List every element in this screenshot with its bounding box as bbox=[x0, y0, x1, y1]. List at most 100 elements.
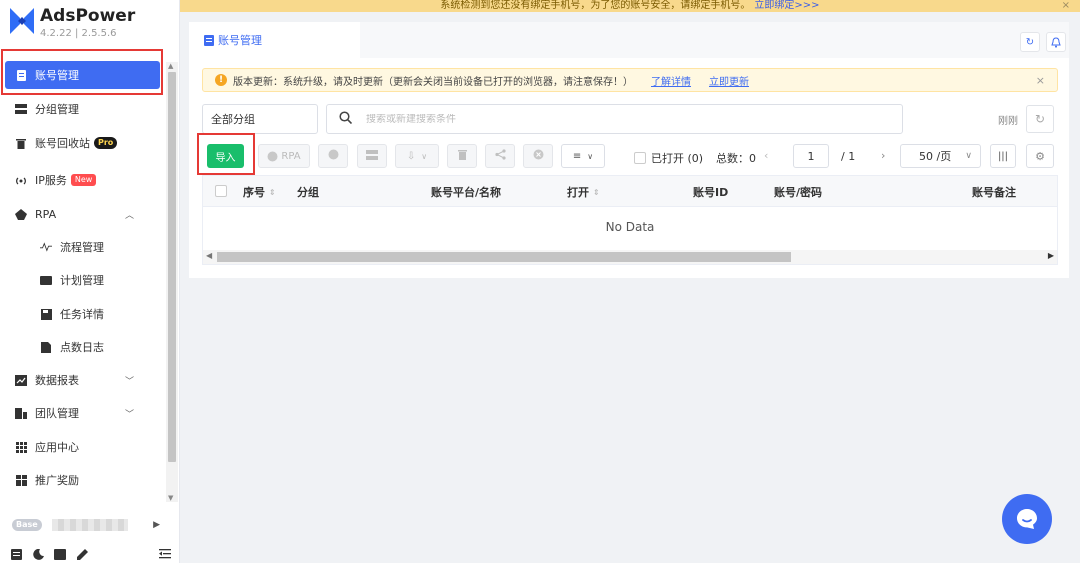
group-filter-value: 全部分组 bbox=[211, 113, 255, 126]
page-size-select[interactable]: 50 /页 ∨ bbox=[900, 144, 981, 168]
bind-phone-link[interactable]: 立即绑定>>> bbox=[754, 0, 819, 11]
sidebar-item-points-log[interactable]: 点数日志 bbox=[30, 333, 160, 361]
sidebar-item-flow-management[interactable]: 流程管理 bbox=[30, 233, 160, 261]
sidebar-item-label: 应用中心 bbox=[35, 441, 79, 454]
sidebar-item-label: 账号管理 bbox=[35, 69, 79, 82]
close-icon[interactable]: × bbox=[1036, 74, 1045, 87]
update-now-link[interactable]: 立即更新 bbox=[709, 73, 749, 88]
prev-page-icon[interactable]: ‹ bbox=[764, 149, 768, 162]
learn-more-link[interactable]: 了解详情 bbox=[651, 73, 691, 88]
column-header-account-password: 账号/密码 bbox=[774, 184, 822, 200]
column-header-platform-name: 账号平台/名称 bbox=[431, 184, 501, 200]
sidebar-scrollbar[interactable]: ▲ ▼ bbox=[166, 62, 178, 502]
caret-right-icon[interactable]: ▶ bbox=[153, 520, 160, 530]
sort-button[interactable]: ≡ ∨ bbox=[561, 144, 605, 168]
scroll-up-arrow-icon[interactable]: ▲ bbox=[168, 62, 173, 70]
scroll-left-arrow-icon[interactable]: ◀ bbox=[206, 251, 212, 260]
tab-actions: ↻ bbox=[1014, 32, 1066, 52]
blurred-username bbox=[51, 519, 128, 531]
tab-strip bbox=[360, 22, 1069, 58]
column-header-open[interactable]: 打开 ⇕ bbox=[567, 184, 600, 200]
select-all-checkbox[interactable] bbox=[215, 185, 227, 197]
sidebar-item-account-management[interactable]: 账号管理 bbox=[5, 61, 160, 89]
sidebar-item-recycle-bin[interactable]: 账号回收站 Pro bbox=[5, 129, 160, 157]
column-header-label: 序号 bbox=[243, 186, 265, 199]
sidebar-item-label: 计划管理 bbox=[60, 274, 104, 287]
share-button[interactable] bbox=[485, 144, 515, 168]
columns-icon: ||| bbox=[997, 150, 1009, 162]
opened-filter-label: 已打开 (0) bbox=[651, 152, 704, 165]
chat-icon bbox=[1017, 509, 1037, 529]
sidebar-scroll-thumb[interactable] bbox=[168, 72, 176, 462]
trash-icon bbox=[15, 137, 27, 149]
sidebar-item-label: 账号回收站 bbox=[35, 137, 90, 150]
open-browser-button[interactable] bbox=[318, 144, 348, 168]
sidebar-item-ip-service[interactable]: IP服务 New bbox=[5, 166, 160, 194]
page-number-input[interactable]: 1 bbox=[793, 144, 829, 168]
sidebar-item-data-reports[interactable]: 数据报表 ﹀ bbox=[5, 366, 160, 394]
gear-icon: ⚙ bbox=[1035, 149, 1045, 163]
chevron-down-icon[interactable]: ﹀ bbox=[125, 374, 134, 387]
import-button[interactable]: 导入 bbox=[207, 144, 244, 168]
next-page-icon[interactable]: › bbox=[881, 149, 885, 162]
document-icon bbox=[204, 34, 214, 46]
sidebar-item-task-details[interactable]: 任务详情 bbox=[30, 300, 160, 328]
pen-icon[interactable] bbox=[76, 548, 88, 560]
sidebar-item-referral-rewards[interactable]: 推广奖励 bbox=[5, 466, 160, 494]
table-horizontal-scrollbar[interactable]: ◀ ▶ bbox=[203, 250, 1057, 264]
column-header-label: 账号ID bbox=[693, 186, 729, 199]
search-field[interactable] bbox=[326, 104, 903, 134]
scroll-down-arrow-icon[interactable]: ▼ bbox=[168, 494, 173, 502]
notes-icon[interactable] bbox=[10, 548, 22, 560]
rpa-button-label: RPA bbox=[281, 150, 301, 162]
close-browser-button[interactable] bbox=[523, 144, 553, 168]
building-icon bbox=[15, 407, 27, 419]
language-icon[interactable] bbox=[54, 548, 66, 560]
refresh-icon: ↻ bbox=[1034, 112, 1046, 126]
sidebar-item-team-management[interactable]: 团队管理 ﹀ bbox=[5, 399, 160, 427]
group-filter-select[interactable]: 全部分组 bbox=[202, 104, 318, 134]
collapse-sidebar-icon[interactable] bbox=[159, 548, 171, 560]
pulse-icon bbox=[40, 241, 52, 253]
checkbox[interactable] bbox=[634, 152, 646, 164]
page-size-value: 50 /页 bbox=[919, 150, 952, 163]
account-plan-row[interactable]: Base ▶ bbox=[12, 517, 172, 533]
settings-button[interactable]: ⚙ bbox=[1026, 144, 1054, 168]
rpa-button[interactable]: RPA bbox=[258, 144, 310, 168]
moon-icon[interactable] bbox=[32, 548, 44, 560]
reload-icon[interactable]: ↻ bbox=[1020, 32, 1040, 52]
opened-filter-checkbox[interactable]: 已打开 (0) bbox=[634, 150, 703, 166]
column-header-index[interactable]: 序号 ⇕ bbox=[243, 184, 276, 200]
sidebar-item-label: 任务详情 bbox=[60, 308, 104, 321]
scroll-right-arrow-icon[interactable]: ▶ bbox=[1048, 251, 1054, 260]
export-button[interactable]: ⇩ ∨ bbox=[395, 144, 439, 168]
tab-account-management[interactable]: 账号管理 bbox=[190, 22, 360, 58]
search-input[interactable] bbox=[366, 113, 846, 125]
sort-icon[interactable]: ⇕ bbox=[593, 188, 600, 197]
sidebar-footer-icons bbox=[10, 547, 175, 561]
chevron-up-icon[interactable]: ︿ bbox=[125, 208, 134, 221]
chevron-down-icon[interactable]: ﹀ bbox=[125, 407, 134, 420]
move-group-button[interactable] bbox=[357, 144, 387, 168]
refresh-button[interactable]: ↻ bbox=[1026, 105, 1054, 133]
app-version: 4.2.22 | 2.5.5.6 bbox=[40, 28, 117, 39]
support-chat-button[interactable] bbox=[1002, 494, 1052, 544]
sort-icon[interactable]: ⇕ bbox=[269, 188, 276, 197]
sidebar-item-group-management[interactable]: 分组管理 bbox=[5, 95, 160, 123]
delete-button[interactable] bbox=[447, 144, 477, 168]
empty-state: No Data bbox=[605, 220, 655, 234]
pro-badge: Pro bbox=[94, 137, 118, 149]
sidebar-item-plan-management[interactable]: 计划管理 bbox=[30, 266, 160, 294]
sidebar-item-label: RPA bbox=[35, 207, 57, 221]
table-scroll-thumb[interactable] bbox=[217, 252, 791, 262]
share-icon bbox=[494, 149, 506, 163]
sidebar-item-rpa[interactable]: RPA ︿ bbox=[5, 200, 160, 228]
sidebar-item-app-center[interactable]: 应用中心 bbox=[5, 433, 160, 461]
column-settings-button[interactable]: ||| bbox=[990, 144, 1016, 168]
column-header-label: 账号平台/名称 bbox=[431, 186, 502, 199]
chrome-icon bbox=[328, 149, 339, 163]
banner-close-icon[interactable]: × bbox=[1062, 0, 1070, 12]
phone-binding-banner: 系统检测到您还没有绑定手机号，为了您的账号安全，请绑定手机号。 立即绑定>>> × bbox=[180, 0, 1080, 12]
bell-icon[interactable] bbox=[1046, 32, 1066, 52]
chevron-down-icon: ∨ bbox=[421, 151, 428, 161]
